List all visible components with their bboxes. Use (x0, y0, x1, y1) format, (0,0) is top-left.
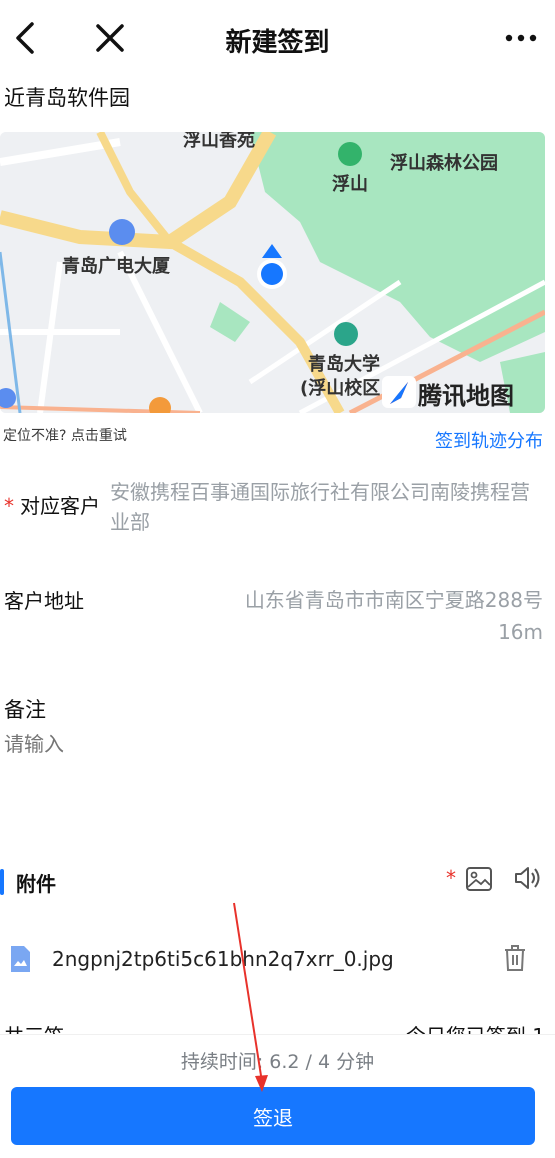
attachments-required-mark: * (446, 866, 456, 890)
section-accent-bar (0, 869, 4, 895)
map-label-university: 青岛大学 (308, 354, 380, 375)
map-label-fushan: 浮山 (332, 174, 368, 195)
location-map[interactable]: 浮山香苑 浮山 浮山森林公园 青岛广电大厦 青岛大学 (浮山校区 腾讯地图 (0, 132, 545, 413)
map-brand-logo: 腾讯地图 (418, 382, 514, 410)
page-title: 新建签到 (225, 28, 330, 58)
customer-label-text: 对应客户 (20, 494, 100, 518)
duration-text: 持续时间: 6.2 / 4 分钟 (180, 1051, 375, 1073)
attachment-file-row[interactable]: 2ngpnj2tp6ti5c61bhn2q7xrr_0.jpg (0, 935, 555, 991)
map-label-broadcast: 青岛广电大厦 (62, 256, 170, 277)
map-label-university-campus: (浮山校区 (300, 378, 381, 399)
add-audio-icon[interactable] (512, 864, 542, 892)
address-text: 山东省青岛市市南区宁夏路288号 (244, 588, 543, 612)
current-location-name: 近青岛软件园 (4, 86, 130, 110)
address-label: 客户地址 (4, 589, 84, 613)
building-poi-icon (109, 219, 135, 245)
attachment-file-name: 2ngpnj2tp6ti5c61bhn2q7xrr_0.jpg (52, 947, 394, 971)
note-label: 备注 (4, 698, 46, 722)
cut-row-right-text: 今日您已签到 1 (406, 1020, 545, 1034)
customer-value[interactable]: 安徽携程百事通国际旅行社有限公司南陵携程营业部 (110, 477, 530, 537)
bottom-action-bar: 持续时间: 6.2 / 4 分钟 签退 (0, 1034, 555, 1158)
track-distribution-link[interactable]: 签到轨迹分布 (435, 427, 543, 453)
header-bar: 新建签到 (0, 0, 555, 78)
map-label-top: 浮山香苑 (183, 132, 255, 151)
customer-label: * 对应客户 (4, 490, 100, 519)
add-image-icon[interactable] (465, 866, 493, 892)
checkout-button[interactable]: 签退 (11, 1087, 535, 1145)
cut-row-left-text: 共三笠 (4, 1020, 64, 1034)
park-poi-icon (338, 142, 362, 166)
map-label-forest-park: 浮山森林公园 (390, 153, 498, 174)
address-value: 山东省青岛市市南区宁夏路288号 16m (183, 584, 543, 648)
school-poi-icon (334, 322, 358, 346)
partially-visible-row: 共三笠 今日您已签到 1 (0, 1018, 555, 1034)
more-dots-icon[interactable] (501, 22, 541, 52)
required-mark: * (4, 494, 14, 518)
note-input[interactable] (4, 734, 504, 757)
image-file-icon (11, 946, 30, 972)
relocate-retry-link[interactable]: 定位不准? 点击重试 (3, 425, 127, 445)
address-distance: 16m (498, 620, 543, 644)
attachments-label: 附件 (16, 872, 56, 896)
delete-trash-icon[interactable] (502, 943, 528, 973)
